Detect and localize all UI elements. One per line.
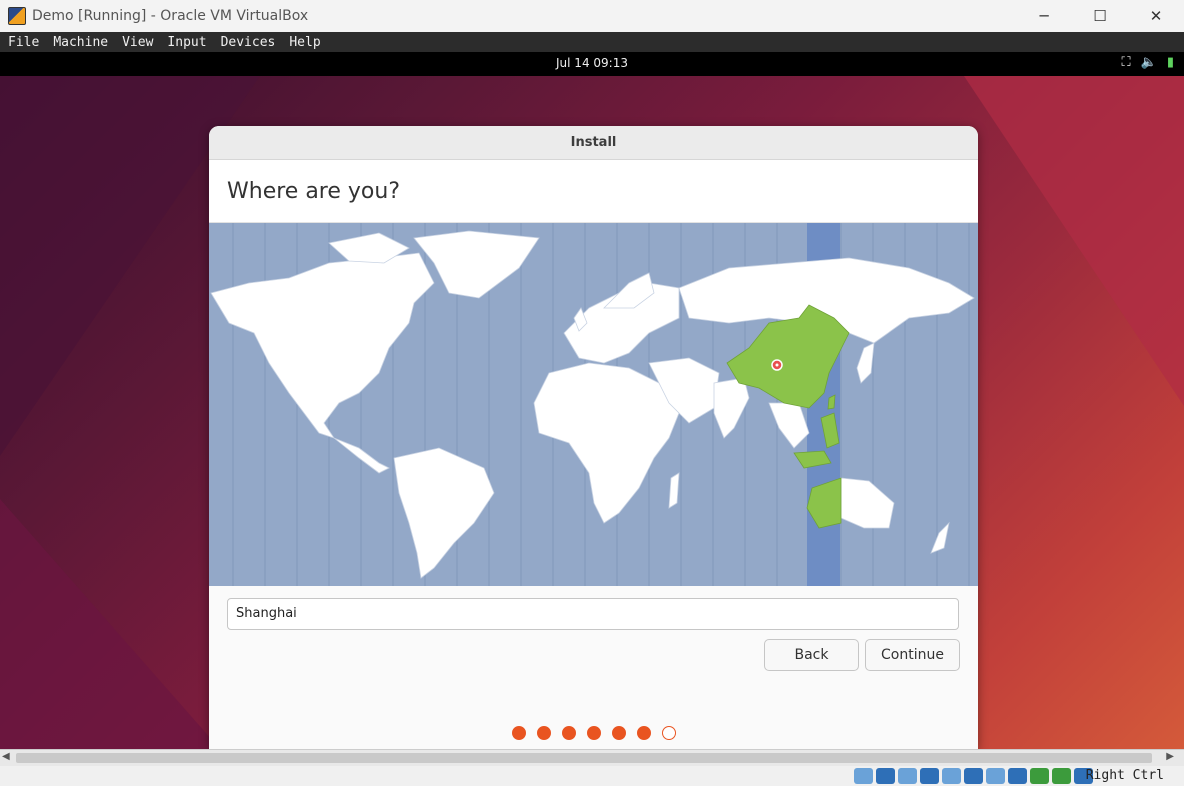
scrollbar-thumb[interactable]: [16, 753, 1152, 763]
horizontal-scrollbar[interactable]: ◀ ▶: [0, 749, 1184, 766]
timezone-map[interactable]: [209, 223, 978, 586]
hard-disk-icon[interactable]: [876, 768, 895, 784]
step-dot-5: [611, 726, 626, 740]
network-adapter-icon[interactable]: [920, 768, 939, 784]
scroll-right-icon[interactable]: ▶: [1166, 751, 1174, 762]
menu-input[interactable]: Input: [167, 35, 206, 50]
guest-top-bar: Jul 14 09:13 ⛶ 🔈 ▮: [0, 52, 1184, 76]
close-button[interactable]: ✕: [1128, 0, 1184, 32]
clock[interactable]: Jul 14 09:13: [0, 56, 1184, 70]
step-dot-1: [511, 726, 526, 740]
menu-help[interactable]: Help: [289, 35, 320, 50]
dialog-title: Install: [209, 126, 978, 160]
window-title: Demo [Running] - Oracle VM VirtualBox: [32, 8, 309, 24]
continue-button[interactable]: Continue: [865, 639, 960, 671]
step-dot-2: [536, 726, 551, 740]
audio-icon[interactable]: [898, 768, 917, 784]
step-dot-7: [661, 726, 676, 740]
back-button[interactable]: Back: [764, 639, 859, 671]
optical-drive-icon[interactable]: [854, 768, 873, 784]
world-map-graphic: [210, 223, 975, 586]
system-tray[interactable]: ⛶ 🔈 ▮: [1122, 55, 1174, 70]
page-heading: Where are you?: [209, 160, 978, 223]
window-titlebar: Demo [Running] - Oracle VM VirtualBox ─ …: [0, 0, 1184, 32]
recording-icon[interactable]: [1030, 768, 1049, 784]
shared-folders-icon[interactable]: [964, 768, 983, 784]
menu-machine[interactable]: Machine: [53, 35, 108, 50]
menu-view[interactable]: View: [122, 35, 153, 50]
step-dot-3: [561, 726, 576, 740]
vm-status-bar: Right Ctrl: [0, 766, 1184, 786]
volume-icon[interactable]: 🔈: [1141, 55, 1157, 70]
menu-devices[interactable]: Devices: [221, 35, 276, 50]
video-capture-icon[interactable]: [1008, 768, 1027, 784]
menu-file[interactable]: File: [8, 35, 39, 50]
step-dot-6: [636, 726, 651, 740]
location-input[interactable]: Shanghai: [227, 598, 959, 630]
display-icon[interactable]: [986, 768, 1005, 784]
vm-menubar: File Machine View Input Devices Help: [0, 32, 1184, 52]
virtualbox-icon: [8, 7, 26, 25]
usb-icon[interactable]: [942, 768, 961, 784]
network-icon[interactable]: ⛶: [1122, 55, 1131, 70]
cpu-icon[interactable]: [1052, 768, 1071, 784]
maximize-button[interactable]: ☐: [1072, 0, 1128, 32]
host-key-label: Right Ctrl: [1085, 768, 1164, 783]
installer-dialog: Install Where are you? Shanghai Back Con…: [209, 126, 978, 749]
battery-icon[interactable]: ▮: [1167, 55, 1174, 70]
scroll-left-icon[interactable]: ◀: [2, 751, 10, 762]
location-pin-icon: [771, 359, 783, 371]
minimize-button[interactable]: ─: [1016, 0, 1072, 32]
step-progress: [209, 726, 978, 740]
step-dot-4: [586, 726, 601, 740]
